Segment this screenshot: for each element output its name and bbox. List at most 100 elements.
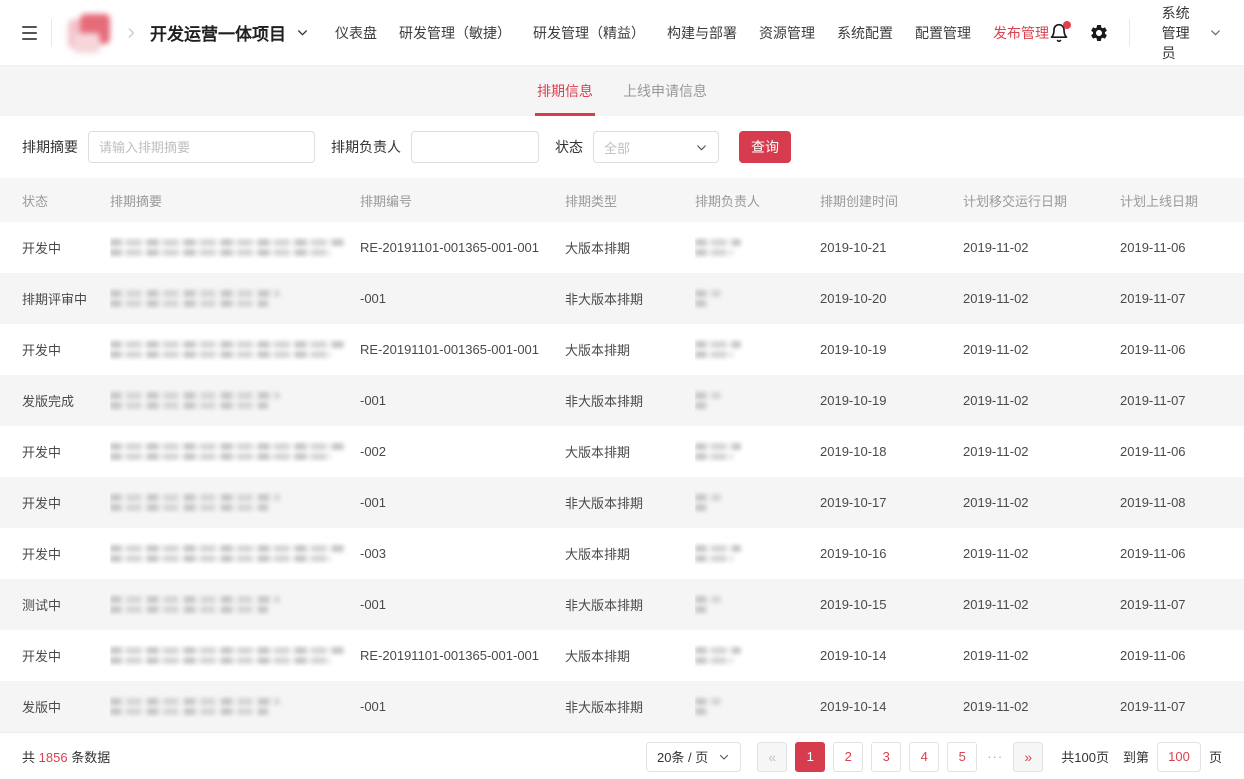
owner-filter-label: 排期负责人 bbox=[331, 137, 401, 157]
row-owner-redacted bbox=[695, 287, 820, 310]
goto-page-input[interactable] bbox=[1157, 742, 1201, 772]
row-owner-redacted bbox=[695, 440, 820, 463]
main-menu: 仪表盘 研发管理（敏捷） 研发管理（精益） 构建与部署 资源管理 系统配置 配置… bbox=[335, 23, 1049, 43]
row-handover-date: 2019-11-02 bbox=[963, 444, 1120, 459]
row-created-date: 2019-10-20 bbox=[820, 291, 963, 306]
next-page-button[interactable]: » bbox=[1013, 742, 1043, 772]
top-navbar: 开发运营一体项目 仪表盘 研发管理（敏捷） 研发管理（精益） 构建与部署 资源管… bbox=[0, 0, 1244, 66]
row-summary-redacted bbox=[110, 491, 360, 514]
row-online-date: 2019-11-06 bbox=[1120, 648, 1244, 663]
row-online-date: 2019-11-07 bbox=[1120, 393, 1244, 408]
row-handover-date: 2019-11-02 bbox=[963, 291, 1120, 306]
table-row[interactable]: 发版中 -001 非大版本排期 2019-10-14 2019-11-02 20… bbox=[0, 681, 1244, 732]
settings-button[interactable] bbox=[1089, 23, 1109, 43]
row-summary-redacted bbox=[110, 389, 360, 412]
owner-filter-input[interactable] bbox=[411, 131, 539, 163]
notifications-button[interactable] bbox=[1049, 23, 1069, 43]
row-type: 大版本排期 bbox=[565, 646, 695, 665]
user-name: 系统管理员 bbox=[1162, 3, 1199, 63]
status-filter-value: 全部 bbox=[604, 138, 630, 157]
menu-item-release-mgmt[interactable]: 发布管理 bbox=[993, 23, 1049, 43]
row-type: 非大版本排期 bbox=[565, 595, 695, 614]
row-created-date: 2019-10-14 bbox=[820, 648, 963, 663]
row-handover-date: 2019-11-02 bbox=[963, 648, 1120, 663]
tab-online-request-info[interactable]: 上线申请信息 bbox=[623, 66, 707, 116]
table-row[interactable]: 开发中 -003 大版本排期 2019-10-16 2019-11-02 201… bbox=[0, 528, 1244, 579]
row-owner-redacted bbox=[695, 338, 820, 361]
page-button-5[interactable]: 5 bbox=[947, 742, 977, 772]
status-filter-select[interactable]: 全部 bbox=[593, 131, 719, 163]
row-handover-date: 2019-11-02 bbox=[963, 546, 1120, 561]
total-count: 1856 bbox=[39, 750, 68, 765]
total-pages-text: 共100页 bbox=[1061, 747, 1109, 766]
row-code: -002 bbox=[360, 444, 565, 459]
row-online-date: 2019-11-06 bbox=[1120, 342, 1244, 357]
notification-dot bbox=[1063, 21, 1071, 29]
row-code: -001 bbox=[360, 495, 565, 510]
goto-page-suffix: 页 bbox=[1209, 747, 1222, 766]
row-code: RE-20191101-001365-001-001 bbox=[360, 342, 565, 357]
menu-item-resources[interactable]: 资源管理 bbox=[759, 23, 815, 43]
col-online-date: 计划上线日期 bbox=[1120, 191, 1244, 210]
user-menu[interactable]: 系统管理员 bbox=[1162, 3, 1222, 63]
divider bbox=[1129, 19, 1130, 47]
navbar-right: 系统管理员 bbox=[1049, 3, 1222, 63]
row-code: RE-20191101-001365-001-001 bbox=[360, 648, 565, 663]
hamburger-menu-icon[interactable] bbox=[22, 26, 37, 40]
page-button-4[interactable]: 4 bbox=[909, 742, 939, 772]
row-type: 非大版本排期 bbox=[565, 391, 695, 410]
menu-item-build-deploy[interactable]: 构建与部署 bbox=[667, 23, 737, 43]
chevron-down-icon bbox=[718, 751, 730, 763]
row-summary-redacted bbox=[110, 542, 360, 565]
row-summary-redacted bbox=[110, 440, 360, 463]
breadcrumb-chevron-icon bbox=[124, 26, 138, 40]
row-status: 开发中 bbox=[22, 493, 110, 512]
row-owner-redacted bbox=[695, 593, 820, 616]
table-row[interactable]: 开发中 -001 非大版本排期 2019-10-17 2019-11-02 20… bbox=[0, 477, 1244, 528]
menu-item-lean-dev[interactable]: 研发管理（精益） bbox=[533, 23, 645, 43]
menu-item-dashboard[interactable]: 仪表盘 bbox=[335, 23, 377, 43]
page-button-3[interactable]: 3 bbox=[871, 742, 901, 772]
row-status: 发版中 bbox=[22, 697, 110, 716]
page-size-select[interactable]: 20条 / 页 bbox=[646, 742, 741, 772]
tab-schedule-info[interactable]: 排期信息 bbox=[537, 66, 593, 116]
user-dropdown-chevron-icon bbox=[1209, 26, 1222, 39]
table-row[interactable]: 发版完成 -001 非大版本排期 2019-10-19 2019-11-02 2… bbox=[0, 375, 1244, 426]
page-button-1[interactable]: 1 bbox=[795, 742, 825, 772]
row-owner-redacted bbox=[695, 236, 820, 259]
footer-bar: 共 1856 条数据 20条 / 页 « 1 2 3 4 5 ··· » 共10… bbox=[0, 732, 1244, 779]
table-row[interactable]: 开发中 RE-20191101-001365-001-001 大版本排期 201… bbox=[0, 222, 1244, 273]
row-code: -001 bbox=[360, 393, 565, 408]
row-status: 发版完成 bbox=[22, 391, 110, 410]
divider bbox=[51, 19, 52, 47]
filter-bar: 排期摘要 排期负责人 状态 全部 查询 bbox=[0, 116, 1244, 178]
table-row[interactable]: 开发中 RE-20191101-001365-001-001 大版本排期 201… bbox=[0, 324, 1244, 375]
goto-page-prefix: 到第 bbox=[1123, 747, 1149, 766]
project-logo[interactable] bbox=[66, 11, 114, 55]
row-type: 非大版本排期 bbox=[565, 289, 695, 308]
menu-item-config-mgmt[interactable]: 配置管理 bbox=[915, 23, 971, 43]
table-row[interactable]: 排期评审中 -001 非大版本排期 2019-10-20 2019-11-02 … bbox=[0, 273, 1244, 324]
prev-page-button[interactable]: « bbox=[757, 742, 787, 772]
col-type: 排期类型 bbox=[565, 191, 695, 210]
row-code: -001 bbox=[360, 597, 565, 612]
menu-item-system-config[interactable]: 系统配置 bbox=[837, 23, 893, 43]
table-row[interactable]: 测试中 -001 非大版本排期 2019-10-15 2019-11-02 20… bbox=[0, 579, 1244, 630]
summary-filter-input[interactable] bbox=[88, 131, 315, 163]
project-dropdown-chevron-icon[interactable] bbox=[296, 26, 309, 39]
menu-item-agile-dev[interactable]: 研发管理（敏捷） bbox=[399, 23, 511, 43]
row-owner-redacted bbox=[695, 542, 820, 565]
gear-icon bbox=[1089, 23, 1109, 43]
col-owner: 排期负责人 bbox=[695, 191, 820, 210]
row-handover-date: 2019-11-02 bbox=[963, 240, 1120, 255]
row-created-date: 2019-10-15 bbox=[820, 597, 963, 612]
page-button-2[interactable]: 2 bbox=[833, 742, 863, 772]
search-button[interactable]: 查询 bbox=[739, 131, 791, 163]
project-title[interactable]: 开发运营一体项目 bbox=[150, 20, 286, 45]
pagination-ellipsis: ··· bbox=[985, 749, 1005, 764]
page-size-value: 20条 / 页 bbox=[657, 747, 708, 766]
table-header: 状态 排期摘要 排期编号 排期类型 排期负责人 排期创建时间 计划移交运行日期 … bbox=[0, 178, 1244, 222]
table-row[interactable]: 开发中 RE-20191101-001365-001-001 大版本排期 201… bbox=[0, 630, 1244, 681]
table-row[interactable]: 开发中 -002 大版本排期 2019-10-18 2019-11-02 201… bbox=[0, 426, 1244, 477]
row-online-date: 2019-11-06 bbox=[1120, 240, 1244, 255]
